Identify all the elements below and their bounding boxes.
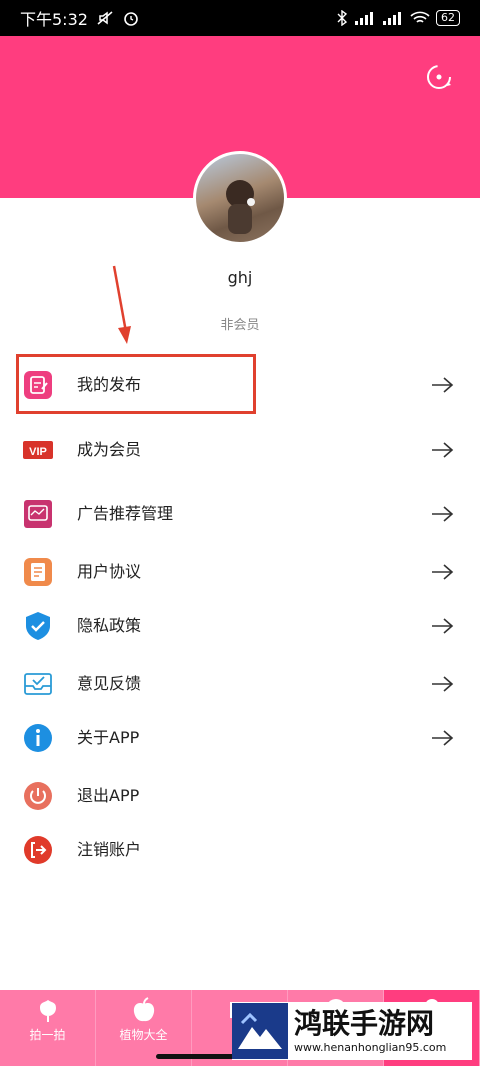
- feedback-inbox-icon: [24, 673, 52, 695]
- menu-item-exit-app[interactable]: 退出APP: [0, 776, 480, 816]
- watermark-logo: [232, 1003, 288, 1059]
- mute-icon: [97, 11, 113, 25]
- info-icon: [24, 724, 52, 752]
- arrow-right-icon: [432, 618, 454, 634]
- menu-item-label: 成为会员: [77, 440, 142, 459]
- membership-status: 非会员: [220, 318, 260, 333]
- arrow-right-icon: [432, 377, 454, 393]
- power-icon: [24, 782, 52, 810]
- menu-item-label: 退出APP: [77, 786, 140, 805]
- logout-icon: [24, 836, 52, 864]
- signal-icon-2: [383, 12, 401, 25]
- refresh-icon[interactable]: [424, 62, 454, 92]
- menu-item-feedback[interactable]: 意见反馈: [0, 664, 480, 704]
- alarm-icon: [124, 12, 138, 26]
- signal-icon: [355, 12, 373, 25]
- wifi-icon: [410, 11, 430, 23]
- arrow-right-icon: [432, 442, 454, 458]
- menu-item-privacy-policy[interactable]: 隐私政策: [0, 606, 480, 646]
- agreement-icon: [24, 558, 52, 586]
- bluetooth-icon: [337, 10, 348, 26]
- arrow-right-icon: [432, 730, 454, 746]
- status-time: 下午5:32: [20, 10, 88, 29]
- menu-item-become-member[interactable]: VIP 成为会员: [0, 430, 480, 470]
- annotation-highlight-box: [16, 354, 256, 414]
- menu-item-user-agreement[interactable]: 用户协议: [0, 552, 480, 592]
- vip-icon: VIP: [23, 441, 53, 459]
- arrow-right-icon: [432, 564, 454, 580]
- ad-manage-icon: [24, 500, 52, 528]
- watermark-title: 鸿联手游网: [294, 1007, 435, 1040]
- tulip-icon: [39, 1000, 56, 1022]
- annotation-arrow: [112, 265, 131, 344]
- menu-item-about-app[interactable]: 关于APP: [0, 718, 480, 758]
- menu-item-label: 注销账户: [77, 840, 142, 859]
- watermark-url: www.henanhonglian95.com: [294, 1041, 447, 1054]
- menu-item-label: 用户协议: [77, 562, 142, 581]
- menu-item-label: 隐私政策: [77, 616, 142, 635]
- status-bar: 下午5:32 62: [0, 0, 480, 36]
- watermark: 鸿联手游网 www.henanhonglian95.com: [232, 1002, 472, 1060]
- svg-text:VIP: VIP: [29, 446, 47, 458]
- avatar[interactable]: [193, 151, 287, 245]
- arrow-right-icon: [432, 676, 454, 692]
- menu-item-label: 关于APP: [77, 728, 140, 747]
- arrow-right-icon: [432, 506, 454, 522]
- menu-item-ad-management[interactable]: 广告推荐管理: [0, 494, 480, 534]
- menu-item-label: 广告推荐管理: [77, 504, 174, 523]
- profile-screen: 下午5:32 62 ghj 非会员 我的发布 VIP 成为会员 广告推荐管理 用…: [0, 0, 480, 1066]
- menu-item-label: 意见反馈: [77, 674, 142, 693]
- avatar-photo: [226, 180, 255, 234]
- shield-check-icon: [26, 612, 50, 640]
- username: ghj: [227, 268, 253, 287]
- battery-indicator: 62: [436, 10, 460, 26]
- apple-icon: [133, 997, 154, 1022]
- menu-item-delete-account[interactable]: 注销账户: [0, 830, 480, 870]
- tab-photo[interactable]: 拍一拍: [0, 990, 96, 1066]
